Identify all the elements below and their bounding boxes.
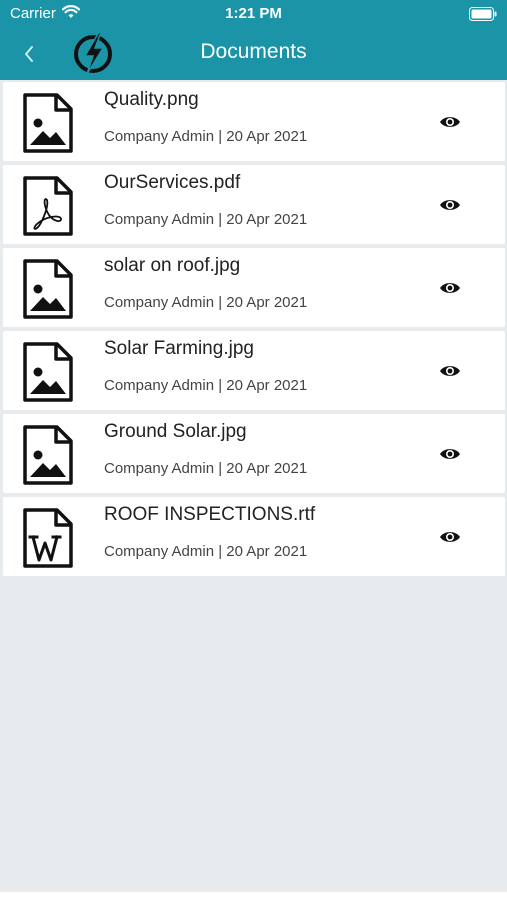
document-row[interactable]: solar on roof.jpg Company Admin | 20 Apr…: [3, 248, 505, 327]
document-meta: Company Admin | 20 Apr 2021: [104, 294, 308, 311]
document-meta: Company Admin | 20 Apr 2021: [104, 211, 308, 228]
document-meta: Company Admin | 20 Apr 2021: [104, 128, 308, 145]
battery-icon: [469, 7, 497, 21]
status-bar: Carrier 1:21 PM: [0, 0, 507, 28]
document-name: OurServices.pdf: [104, 172, 241, 193]
document-meta: Company Admin | 20 Apr 2021: [104, 377, 308, 394]
documents-list-area: Quality.png Company Admin | 20 Apr 2021 …: [0, 80, 507, 892]
document-row[interactable]: Quality.png Company Admin | 20 Apr 2021: [3, 82, 505, 161]
eye-icon[interactable]: [439, 114, 461, 130]
image-file-icon: [23, 259, 73, 319]
document-meta: Company Admin | 20 Apr 2021: [104, 543, 308, 560]
word-file-icon: [23, 508, 73, 568]
document-row[interactable]: Ground Solar.jpg Company Admin | 20 Apr …: [3, 414, 505, 493]
document-row[interactable]: ROOF INSPECTIONS.rtf Company Admin | 20 …: [3, 497, 505, 576]
status-time: 1:21 PM: [225, 5, 282, 22]
document-name: Solar Farming.jpg: [104, 338, 254, 359]
eye-icon[interactable]: [439, 197, 461, 213]
nav-bar: Documents: [0, 28, 507, 80]
eye-icon[interactable]: [439, 446, 461, 462]
image-file-icon: [23, 425, 73, 485]
eye-icon[interactable]: [439, 280, 461, 296]
pdf-file-icon: [23, 176, 73, 236]
document-name: ROOF INSPECTIONS.rtf: [104, 504, 316, 525]
document-row[interactable]: Solar Farming.jpg Company Admin | 20 Apr…: [3, 331, 505, 410]
document-name: solar on roof.jpg: [104, 255, 241, 276]
bottom-edge: [0, 892, 507, 900]
document-name: Ground Solar.jpg: [104, 421, 247, 442]
eye-icon[interactable]: [439, 529, 461, 545]
document-name: Quality.png: [104, 89, 199, 110]
image-file-icon: [23, 342, 73, 402]
page-title: Documents: [200, 40, 307, 63]
document-row[interactable]: OurServices.pdf Company Admin | 20 Apr 2…: [3, 165, 505, 244]
documents-list: Quality.png Company Admin | 20 Apr 2021 …: [3, 82, 505, 580]
image-file-icon: [23, 93, 73, 153]
document-meta: Company Admin | 20 Apr 2021: [104, 460, 308, 477]
eye-icon[interactable]: [439, 363, 461, 379]
